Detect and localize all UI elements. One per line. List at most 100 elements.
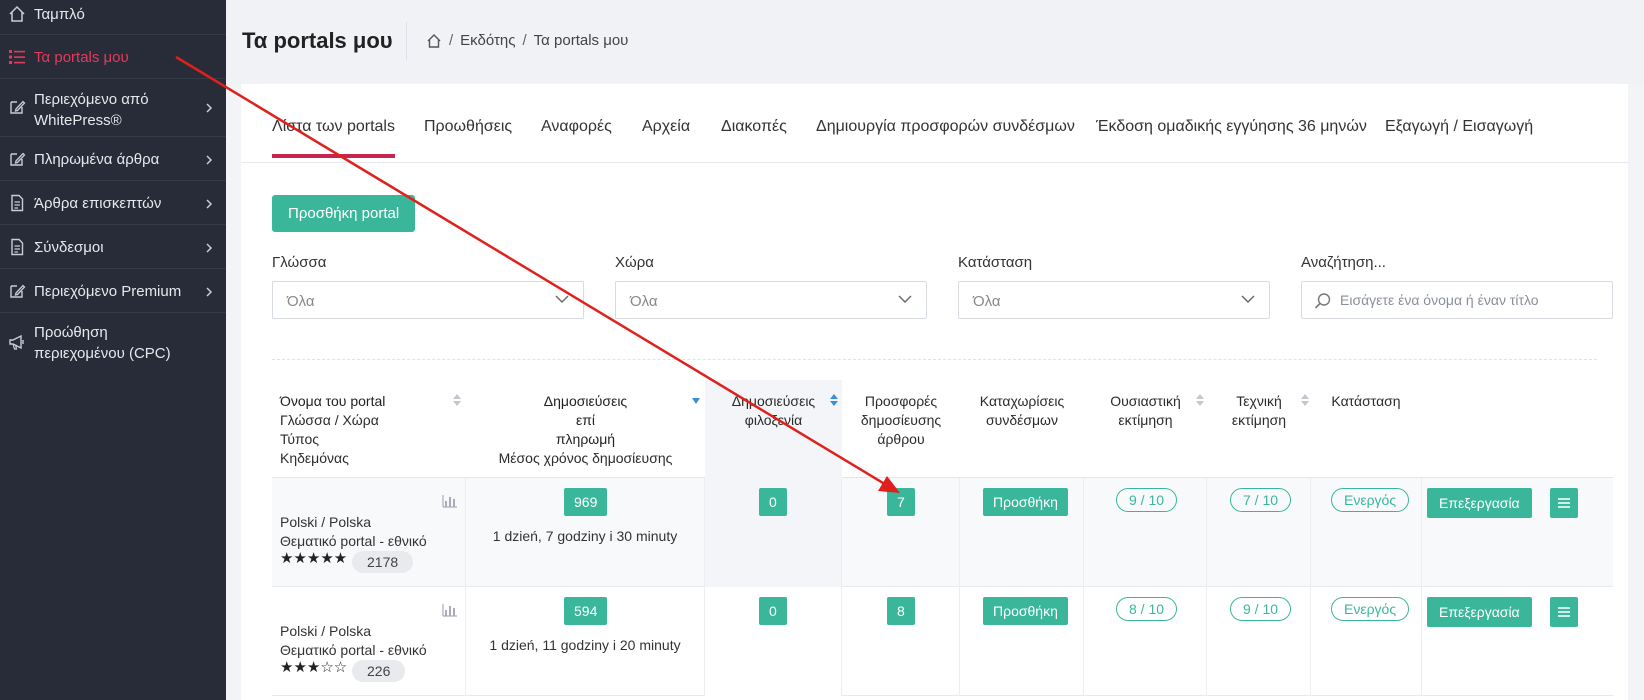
technical-rating-badge: 7 / 10 (1230, 488, 1292, 512)
sort-icon[interactable] (1196, 394, 1204, 406)
col-substantive-rating[interactable]: Ουσιαστική εκτίμηση (1084, 380, 1207, 478)
chevron-right-icon (206, 155, 213, 165)
hosted-count-badge[interactable]: 0 (759, 597, 787, 625)
col-paid-label-3: πληρωμή (555, 431, 616, 447)
tab-promotions[interactable]: Προωθήσεις (424, 118, 512, 136)
sidebar-item-label: Προώθηση περιεχομένου (CPC) (34, 324, 171, 362)
hosted-count-badge[interactable]: 0 (759, 488, 787, 516)
menu-button[interactable] (1550, 597, 1578, 627)
add-portal-button[interactable]: Προσθήκη portal (272, 195, 416, 232)
edit-button[interactable]: Επεξεργασία (1427, 597, 1532, 627)
sidebar-item-paid-articles[interactable]: Πληρωμένα άρθρα (0, 137, 226, 181)
col-offers-label-2: δημοσίευσης (860, 412, 942, 428)
paid-count-badge[interactable]: 594 (564, 597, 608, 625)
chevron-right-icon (206, 199, 213, 209)
sidebar-item-dashboard[interactable]: Ταμπλό (0, 0, 226, 35)
breadcrumb-separator: / (522, 32, 527, 49)
breadcrumb-current: Τα portals μου (533, 32, 629, 49)
search-box (1301, 281, 1613, 319)
status-badge: Ενεργός (1331, 597, 1410, 621)
sort-desc-icon[interactable] (692, 394, 700, 406)
sidebar-item-whitepress-content[interactable]: Περιεχόμενο από WhitePress® (0, 79, 226, 137)
tab-group-warranty[interactable]: Έκδοση ομαδικής εγγύησης 36 μηνών (1096, 118, 1367, 136)
status-select-value: Όλα (973, 293, 1001, 310)
col-guardian-label: Κηδεμόνας (280, 450, 349, 466)
status-select[interactable]: Όλα (958, 281, 1270, 319)
page-title: Τα portals μου (242, 28, 393, 53)
paid-cell: 969 1 dzień, 7 godziny i 30 minuty (466, 478, 705, 587)
search-input[interactable] (1340, 282, 1600, 318)
links-cell: Προσθήκη (960, 478, 1084, 587)
sidebar-item-premium-content[interactable]: Περιεχόμενο Premium (0, 269, 226, 313)
sort-icon[interactable] (830, 394, 838, 406)
country-select[interactable]: Όλα (615, 281, 927, 319)
sort-icon[interactable] (1301, 394, 1309, 406)
language-country: Polski / Polska (280, 623, 372, 639)
tabs-bar: Λίστα των portals Προωθήσεις Αναφορές Αρ… (241, 84, 1628, 163)
tab-portal-list[interactable]: Λίστα των portals (272, 118, 395, 158)
col-language-country-label: Γλώσσα / Χώρα (280, 412, 379, 428)
sidebar-item-my-portals[interactable]: Τα portals μου (0, 35, 226, 79)
bar-chart-icon[interactable] (442, 603, 458, 617)
add-link-button[interactable]: Προσθήκη (983, 597, 1068, 625)
edit-icon (10, 152, 26, 166)
tab-link-offers[interactable]: Δημιουργία προσφορών συνδέσμων (816, 118, 1075, 136)
col-link-listings: Καταχωρίσεις συνδέσμων (960, 380, 1084, 478)
col-article-offers: Προσφορές δημοσίευσης άρθρου (842, 380, 960, 478)
status-cell: Ενεργός (1311, 587, 1422, 696)
country-filter-label: Χώρα (615, 254, 654, 271)
language-select[interactable]: Όλα (272, 281, 584, 319)
tab-files[interactable]: Αρχεία (642, 118, 690, 136)
sidebar-item-label: Ταμπλό (34, 6, 85, 23)
paid-count-badge[interactable]: 969 (564, 488, 608, 516)
col-portal-name[interactable]: Όνομα του portal Γλώσσα / Χώρα Τύπος Κηδ… (272, 380, 466, 478)
search-label: Αναζήτηση... (1301, 254, 1386, 271)
rating-stars: ★★★★★ (280, 550, 348, 567)
tab-breaks[interactable]: Διακοπές (721, 118, 787, 136)
chevron-down-icon (555, 295, 569, 303)
tab-reports[interactable]: Αναφορές (541, 118, 612, 136)
sort-icon[interactable] (453, 394, 461, 406)
tab-export-import[interactable]: Εξαγωγή / Εισαγωγή (1385, 118, 1533, 136)
portal-type: Θεματικό portal - εθνικό (280, 533, 427, 549)
sidebar-item-label: Πληρωμένα άρθρα (34, 151, 160, 168)
sidebar-item-links[interactable]: Σύνδεσμοι (0, 225, 226, 269)
portal-type: Θεματικό portal - εθνικό (280, 642, 427, 658)
offers-cell: 7 (842, 478, 960, 587)
col-technical-rating[interactable]: Τεχνική εκτίμηση (1207, 380, 1311, 478)
country-select-value: Όλα (630, 293, 658, 310)
menu-button[interactable] (1550, 488, 1578, 518)
col-technical-label-1: Τεχνική (1236, 393, 1282, 409)
col-paid-publications[interactable]: Δημοσιεύσεις επί πληρωμή Μέσος χρόνος δη… (466, 380, 705, 478)
hosted-cell: 0 (705, 478, 842, 587)
col-type-label: Τύπος (280, 431, 319, 447)
sidebar-item-guest-articles[interactable]: Άρθρα επισκεπτών (0, 181, 226, 225)
breadcrumb-publisher[interactable]: Εκδότης (460, 32, 515, 49)
status-filter-label: Κατάσταση (958, 254, 1033, 271)
table-row: Polski / Polska Θεματικό portal - εθνικό… (272, 587, 1613, 696)
substantive-rating-badge: 8 / 10 (1116, 597, 1178, 621)
col-offers-label-1: Προσφορές (864, 393, 938, 409)
sidebar-item-cpc-promotion[interactable]: Προώθηση περιεχομένου (CPC) (0, 313, 226, 377)
main-card: Λίστα των portals Προωθήσεις Αναφορές Αρ… (241, 84, 1628, 700)
hamburger-icon (1558, 498, 1570, 508)
edit-button[interactable]: Επεξεργασία (1427, 488, 1532, 518)
bar-chart-icon[interactable] (442, 494, 458, 508)
col-hosted-label-2: φιλοξενία (744, 412, 803, 428)
chevron-right-icon (206, 287, 213, 297)
offers-count-badge[interactable]: 8 (887, 597, 915, 625)
col-offers-label-3: άρθρου (877, 431, 925, 447)
col-hosted-publications[interactable]: Δημοσιεύσεις φιλοξενία (705, 380, 842, 478)
home-icon[interactable] (426, 33, 442, 49)
add-link-button[interactable]: Προσθήκη (983, 488, 1068, 516)
section-divider (272, 359, 1597, 360)
rating-stars: ★★★☆☆ (280, 659, 348, 676)
sidebar-item-label: Τα portals μου (34, 49, 129, 66)
offers-count-badge[interactable]: 7 (887, 488, 915, 516)
links-cell: Προσθήκη (960, 587, 1084, 696)
portal-cell: Polski / Polska Θεματικό portal - εθνικό… (272, 478, 466, 587)
col-paid-label-2: επί (575, 412, 595, 428)
home-icon (9, 5, 25, 22)
document-icon (11, 238, 24, 256)
language-filter-label: Γλώσσα (272, 254, 327, 271)
